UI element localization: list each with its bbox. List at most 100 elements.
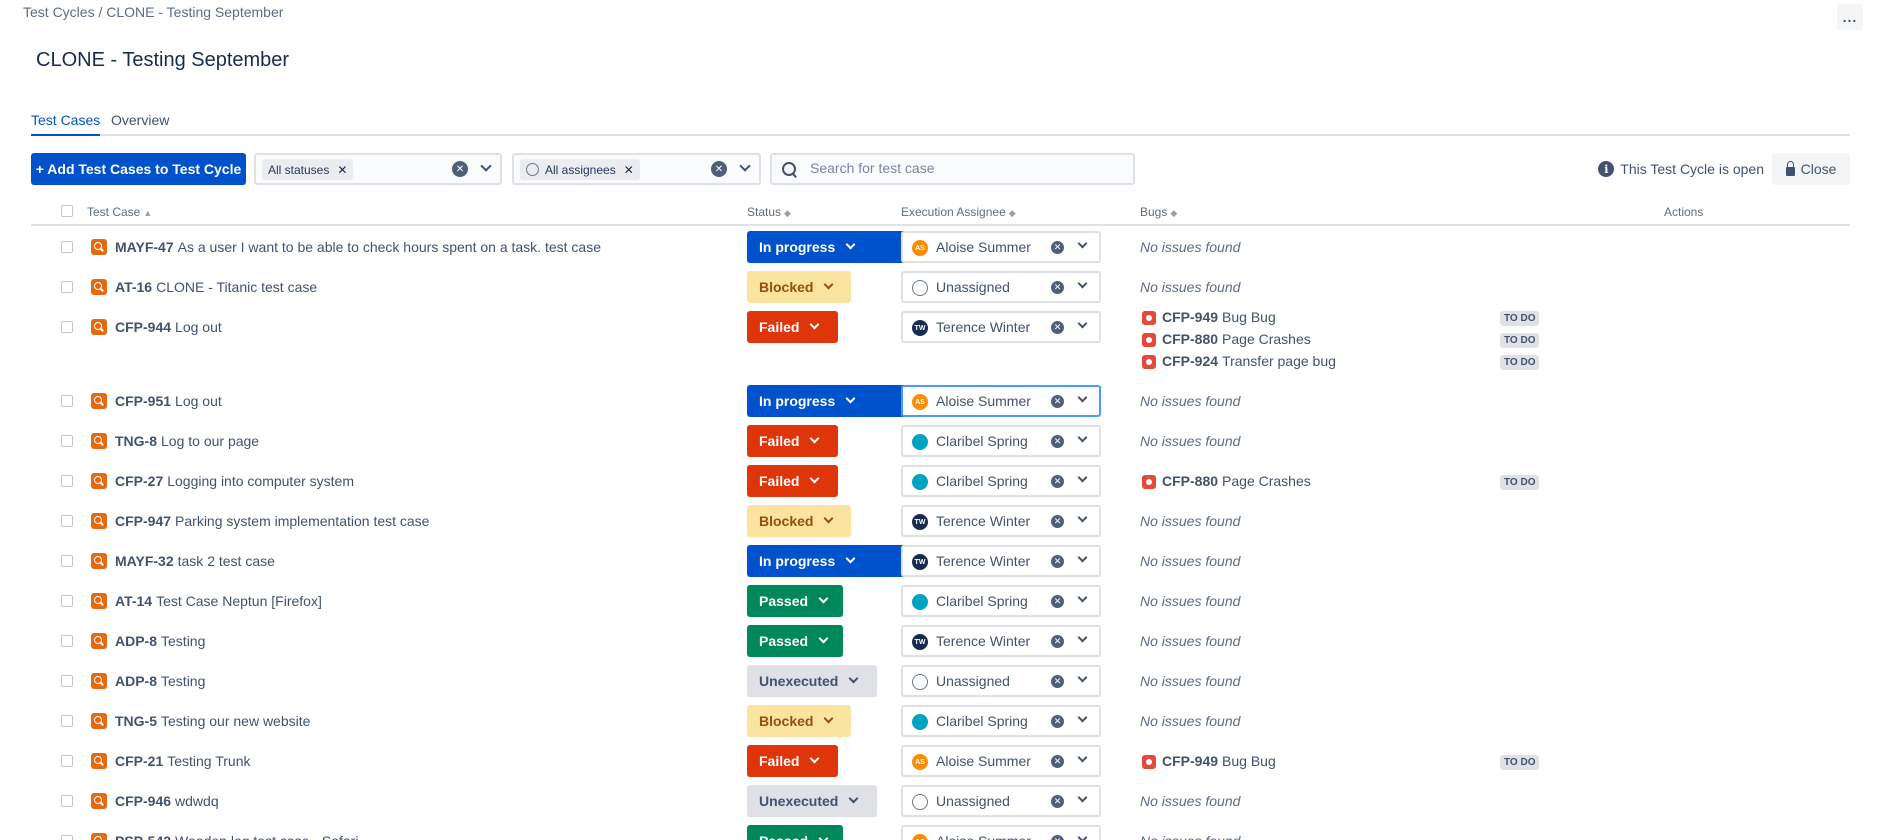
row-checkbox[interactable] (61, 281, 73, 293)
status-dropdown[interactable]: Passed (747, 625, 843, 657)
bug-link[interactable]: CFP-949 Bug Bug (1162, 753, 1276, 769)
remove-chip-icon[interactable]: ✕ (624, 163, 634, 177)
clear-icon[interactable]: ✕ (1051, 321, 1064, 334)
clear-icon[interactable]: ✕ (452, 161, 468, 177)
clear-icon[interactable]: ✕ (1051, 515, 1064, 528)
row-checkbox[interactable] (61, 515, 73, 527)
test-case-link[interactable]: CFP-27 Logging into computer system (115, 473, 354, 489)
search-input[interactable] (810, 160, 1110, 176)
status-dropdown[interactable]: Passed (747, 825, 843, 840)
status-dropdown[interactable]: In progress (747, 385, 906, 417)
assignee-select[interactable]: TW Terence Winter ✕ (901, 545, 1101, 577)
clear-icon[interactable]: ✕ (1051, 715, 1064, 728)
assignee-select[interactable]: Claribel Spring ✕ (901, 585, 1101, 617)
assignee-select[interactable]: Claribel Spring ✕ (901, 425, 1101, 457)
test-case-link[interactable]: CFP-946 wdwdq (115, 793, 219, 809)
row-checkbox[interactable] (61, 675, 73, 687)
status-dropdown[interactable]: Failed (747, 745, 838, 777)
status-dropdown[interactable]: Passed (747, 585, 843, 617)
test-case-link[interactable]: CFP-21 Testing Trunk (115, 753, 251, 769)
row-checkbox[interactable] (61, 715, 73, 727)
bug-link[interactable]: CFP-880 Page Crashes (1162, 473, 1311, 489)
clear-icon[interactable]: ✕ (1051, 755, 1064, 768)
row-checkbox[interactable] (61, 635, 73, 647)
chevron-down-icon[interactable] (1078, 794, 1088, 804)
row-checkbox[interactable] (61, 241, 73, 253)
remove-chip-icon[interactable]: ✕ (337, 163, 347, 177)
chevron-down-icon[interactable] (1078, 594, 1088, 604)
chevron-down-icon[interactable] (1078, 754, 1088, 764)
column-header-status[interactable]: Status ◆ (747, 205, 791, 219)
add-test-cases-button[interactable]: + Add Test Cases to Test Cycle (31, 153, 246, 185)
chevron-down-icon[interactable] (1078, 554, 1088, 564)
test-case-link[interactable]: ADP-8 Testing (115, 673, 205, 689)
bug-item[interactable]: CFP-924 Transfer page bug TO DO (1140, 353, 1570, 375)
chevron-down-icon[interactable] (1078, 514, 1088, 524)
bug-link[interactable]: CFP-924 Transfer page bug (1162, 353, 1336, 369)
assignee-select[interactable]: AS Aloise Summer ✕ (901, 745, 1101, 777)
chevron-down-icon[interactable] (1078, 714, 1088, 724)
test-case-link[interactable]: MAYF-32 task 2 test case (115, 553, 275, 569)
clear-icon[interactable]: ✕ (1051, 435, 1064, 448)
chevron-down-icon[interactable] (739, 162, 751, 174)
test-case-link[interactable]: TNG-5 Testing our new website (115, 713, 310, 729)
row-checkbox[interactable] (61, 835, 73, 840)
assignee-filter[interactable]: All assignees ✕ ✕ (512, 153, 761, 185)
assignee-select[interactable]: TW Terence Winter ✕ (901, 311, 1101, 343)
status-dropdown[interactable]: Unexecuted (747, 665, 877, 697)
chevron-down-icon[interactable] (1078, 834, 1088, 840)
clear-icon[interactable]: ✕ (1051, 635, 1064, 648)
status-dropdown[interactable]: Failed (747, 465, 838, 497)
chevron-down-icon[interactable] (1078, 634, 1088, 644)
test-case-link[interactable]: PSP-542 Wooden log test case - Safari (115, 833, 358, 840)
clear-icon[interactable]: ✕ (711, 161, 727, 177)
chevron-down-icon[interactable] (1078, 474, 1088, 484)
column-header-bugs[interactable]: Bugs ◆ (1140, 205, 1177, 219)
assignee-select[interactable]: Unassigned ✕ (901, 271, 1101, 303)
test-case-link[interactable]: CFP-947 Parking system implementation tes… (115, 513, 429, 529)
row-checkbox[interactable] (61, 395, 73, 407)
test-case-link[interactable]: TNG-8 Log to our page (115, 433, 259, 449)
breadcrumb[interactable]: Test Cycles / CLONE - Testing September (23, 4, 283, 20)
status-dropdown[interactable]: Failed (747, 425, 838, 457)
status-filter[interactable]: All statuses ✕ ✕ (254, 153, 502, 185)
test-case-link[interactable]: CFP-944 Log out (115, 319, 222, 335)
row-checkbox[interactable] (61, 555, 73, 567)
clear-icon[interactable]: ✕ (1051, 595, 1064, 608)
status-dropdown[interactable]: Blocked (747, 271, 851, 303)
clear-icon[interactable]: ✕ (1051, 281, 1064, 294)
chevron-down-icon[interactable] (1078, 394, 1088, 404)
chevron-down-icon[interactable] (1078, 240, 1088, 250)
status-dropdown[interactable]: Unexecuted (747, 785, 877, 817)
tab-overview[interactable]: Overview (111, 112, 169, 134)
chevron-down-icon[interactable] (1078, 320, 1088, 330)
chevron-down-icon[interactable] (480, 162, 492, 174)
test-case-link[interactable]: ADP-8 Testing (115, 633, 205, 649)
assignee-select[interactable]: Claribel Spring ✕ (901, 465, 1101, 497)
clear-icon[interactable]: ✕ (1051, 835, 1064, 840)
bug-item[interactable]: CFP-949 Bug Bug TO DO (1140, 309, 1570, 331)
tab-test-cases[interactable]: Test Cases (31, 112, 101, 136)
bug-item[interactable]: CFP-949 Bug Bug TO DO (1140, 753, 1570, 775)
assignee-select[interactable]: Unassigned ✕ (901, 665, 1101, 697)
assignee-select[interactable]: Claribel Spring ✕ (901, 705, 1101, 737)
row-checkbox[interactable] (61, 475, 73, 487)
test-case-link[interactable]: AT-14 Test Case Neptun [Firefox] (115, 593, 322, 609)
status-dropdown[interactable]: Blocked (747, 505, 851, 537)
status-dropdown[interactable]: In progress (747, 231, 906, 263)
clear-icon[interactable]: ✕ (1051, 395, 1064, 408)
test-case-link[interactable]: MAYF-47 As a user I want to be able to ch… (115, 239, 601, 255)
assignee-select[interactable]: AS Aloise Summer ✕ (901, 825, 1101, 840)
row-checkbox[interactable] (61, 595, 73, 607)
row-checkbox[interactable] (61, 755, 73, 767)
column-header-test-case[interactable]: Test Case ▲ (87, 205, 152, 219)
column-header-assignee[interactable]: Execution Assignee ◆ (901, 205, 1016, 219)
row-checkbox[interactable] (61, 321, 73, 333)
status-dropdown[interactable]: Blocked (747, 705, 851, 737)
clear-icon[interactable]: ✕ (1051, 241, 1064, 254)
bug-item[interactable]: CFP-880 Page Crashes TO DO (1140, 331, 1570, 353)
close-cycle-button[interactable]: Close (1772, 153, 1850, 185)
status-dropdown[interactable]: Failed (747, 311, 838, 343)
assignee-select[interactable]: Unassigned ✕ (901, 785, 1101, 817)
assignee-select[interactable]: TW Terence Winter ✕ (901, 505, 1101, 537)
